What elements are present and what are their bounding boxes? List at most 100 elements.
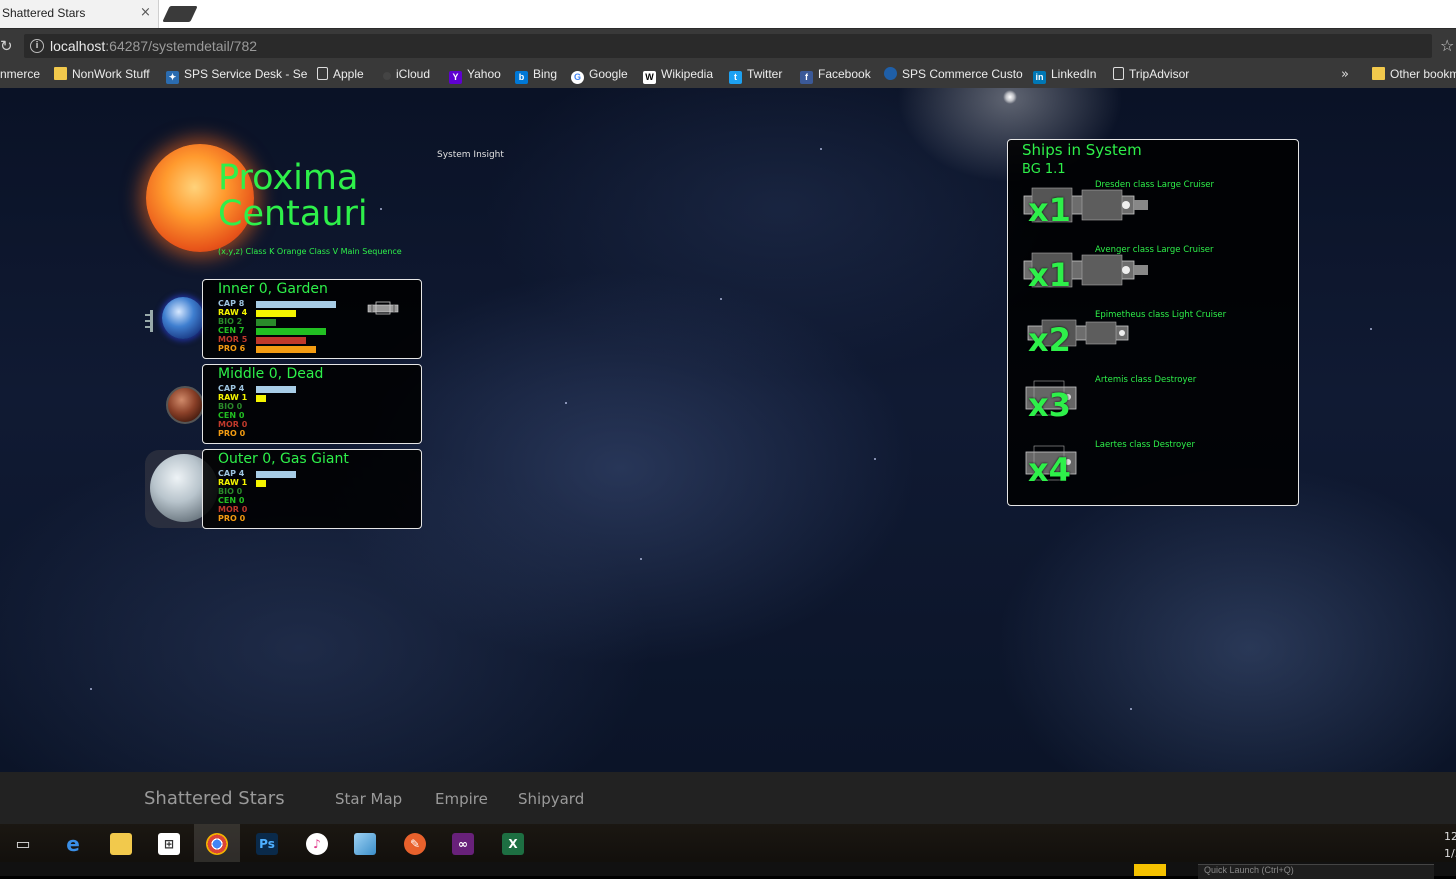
bookmark-label: LinkedIn — [1051, 67, 1097, 81]
bookmark-item[interactable]: f Facebook — [800, 67, 871, 84]
ship-entry[interactable]: x2 Epimetheus class Light Cruiser — [1022, 310, 1292, 372]
nav-empire[interactable]: Empire — [435, 790, 488, 808]
bookmark-item[interactable]: Apple — [317, 67, 364, 81]
bookmark-item[interactable]: iCloud — [383, 67, 430, 81]
linkedin-icon: in — [1033, 71, 1046, 84]
orbital-structure-icon — [145, 310, 153, 332]
clock-date: 1/3 — [1444, 847, 1456, 860]
browser-tab[interactable]: Shattered Stars × — [0, 0, 159, 28]
bookmark-item[interactable]: W Wikipedia — [643, 67, 713, 84]
background-star — [565, 402, 567, 404]
stat-label: MOR 0 — [218, 420, 248, 429]
notification-icon[interactable] — [1134, 864, 1166, 876]
bookmark-label: Twitter — [747, 67, 783, 81]
ship-name: Epimetheus class Light Cruiser — [1095, 310, 1227, 320]
bookmark-star-icon[interactable]: ☆ — [1440, 36, 1454, 55]
wikipedia-icon: W — [643, 71, 656, 84]
page-icon — [317, 67, 328, 80]
stat-bar — [256, 319, 276, 326]
ship-entry[interactable]: x1 Dresden class Large Cruiser — [1022, 180, 1292, 242]
background-star — [874, 458, 876, 460]
page-icon — [1113, 67, 1124, 80]
stat-bar — [256, 328, 326, 335]
stat-label: RAW 1 — [218, 478, 248, 487]
planet-image-garden[interactable] — [162, 297, 204, 339]
bookmark-item[interactable]: SPS Commerce Custo — [884, 67, 1023, 81]
ship-name: Artemis class Destroyer — [1095, 375, 1197, 385]
taskbar-visual-studio[interactable]: ∞ — [440, 824, 486, 864]
stat-label: CAP 4 — [218, 384, 245, 393]
bookmark-item[interactable]: TripAdvisor — [1113, 67, 1189, 81]
stat-label: CAP 8 — [218, 299, 245, 308]
facebook-icon: f — [800, 71, 813, 84]
background-star — [640, 558, 642, 560]
stat-bar — [256, 337, 306, 344]
reload-icon[interactable]: ↻ — [0, 37, 13, 55]
visual-studio-icon: ∞ — [452, 833, 474, 855]
battle-group-label[interactable]: BG 1.1 — [1022, 162, 1066, 177]
stat-label: PRO 6 — [218, 344, 246, 353]
task-view-button[interactable]: ▭ — [0, 824, 46, 864]
system-insight-link[interactable]: System Insight — [437, 150, 504, 160]
stat-label: BIO 2 — [218, 317, 243, 326]
stat-label: PRO 0 — [218, 429, 246, 438]
taskbar-app[interactable] — [342, 824, 388, 864]
background-star — [90, 688, 92, 690]
bookmark-item[interactable]: ✦ SPS Service Desk - Se — [166, 67, 307, 84]
more-bookmarks-icon[interactable]: » — [1341, 67, 1349, 82]
bookmark-item[interactable]: Y Yahoo — [449, 67, 501, 84]
bookmark-item[interactable]: nmerce — [0, 67, 40, 81]
background-star — [1130, 708, 1132, 710]
app-icon — [354, 833, 376, 855]
bookmark-item[interactable]: NonWork Stuff — [54, 67, 150, 81]
stat-label: RAW 4 — [218, 308, 248, 317]
taskbar-itunes[interactable]: ♪ — [294, 824, 340, 864]
ship-count: x3 — [1028, 386, 1071, 424]
quick-launch-input[interactable]: Quick Launch (Ctrl+Q) — [1198, 864, 1434, 879]
bookmark-label: SPS Commerce Custo — [902, 67, 1023, 81]
bookmark-label: Google — [589, 67, 628, 81]
planet-card[interactable]: Inner 0, Garden CAP 8 RAW 4 BIO 2 CEN 7 … — [202, 279, 422, 359]
taskbar-paint[interactable]: ✎ — [392, 824, 438, 864]
bookmark-item[interactable]: G Google — [571, 67, 628, 84]
stat-label: CEN 0 — [218, 411, 245, 420]
bookmark-item[interactable]: t Twitter — [729, 67, 782, 84]
planet-card[interactable]: Middle 0, Dead CAP 4 RAW 1 BIO 0 CEN 0 M… — [202, 364, 422, 444]
system-clock[interactable]: 121/3 — [1444, 828, 1456, 862]
stat-label: CAP 4 — [218, 469, 245, 478]
stat-label: BIO 0 — [218, 402, 243, 411]
bookmark-label: Wikipedia — [661, 67, 714, 81]
tab-close-icon[interactable]: × — [140, 5, 151, 20]
taskbar-edge[interactable]: e — [50, 824, 96, 864]
taskbar-excel[interactable]: X — [490, 824, 536, 864]
background-star — [1003, 90, 1017, 104]
new-tab-button[interactable] — [162, 6, 198, 22]
folder-icon — [1372, 67, 1385, 80]
ship-count: x1 — [1028, 256, 1071, 294]
nav-star-map[interactable]: Star Map — [335, 790, 402, 808]
system-detail-page: Proxima Centauri (x,y,z) Class K Orange … — [0, 88, 1456, 772]
nav-shipyard[interactable]: Shipyard — [518, 790, 584, 808]
background-star — [820, 148, 822, 150]
system-description: (x,y,z) Class K Orange Class V Main Sequ… — [218, 247, 402, 256]
stat-bar — [256, 346, 316, 353]
ship-entry[interactable]: x3 Artemis class Destroyer — [1022, 375, 1292, 437]
paint-icon: ✎ — [404, 833, 426, 855]
brand-link[interactable]: Shattered Stars — [144, 788, 285, 809]
planet-card[interactable]: Outer 0, Gas Giant CAP 4 RAW 1 BIO 0 CEN… — [202, 449, 422, 529]
bookmark-label: Yahoo — [467, 67, 501, 81]
other-bookmarks-label: Other bookm — [1390, 67, 1456, 81]
planet-image-dead[interactable] — [166, 386, 204, 424]
taskbar-chrome[interactable] — [194, 824, 240, 864]
taskbar-explorer[interactable] — [98, 824, 144, 864]
other-bookmarks[interactable]: Other bookm — [1372, 67, 1456, 81]
taskbar-photoshop[interactable]: Ps — [244, 824, 290, 864]
bookmark-item[interactable]: in LinkedIn — [1033, 67, 1096, 84]
url-input[interactable]: i localhost:64287/systemdetail/782 — [24, 34, 1432, 58]
taskbar-store[interactable]: ⊞ — [146, 824, 192, 864]
ship-entry[interactable]: x4 Laertes class Destroyer — [1022, 440, 1292, 502]
ship-entry[interactable]: x1 Avenger class Large Cruiser — [1022, 245, 1292, 307]
bookmark-item[interactable]: b Bing — [515, 67, 557, 84]
info-icon[interactable]: i — [30, 39, 44, 53]
bookmark-label: Apple — [333, 67, 364, 81]
